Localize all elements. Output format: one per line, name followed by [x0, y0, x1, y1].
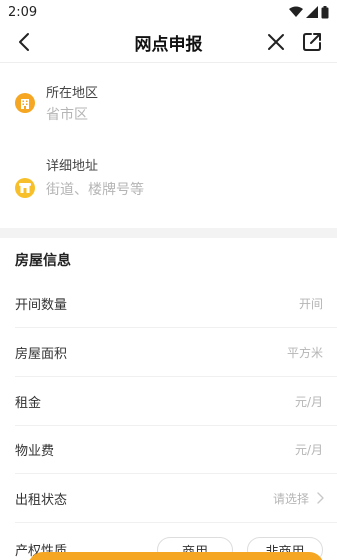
room-count-label: 开间数量: [15, 298, 68, 313]
nav-divider: [0, 62, 337, 63]
rent-input[interactable]: 元/月: [295, 393, 323, 410]
signal-icon: [306, 6, 318, 18]
property-fee-row[interactable]: 物业费 元/月: [0, 425, 337, 474]
property-fee-input[interactable]: 元/月: [295, 441, 323, 458]
submit-button[interactable]: [28, 552, 324, 560]
status-time: 2:09: [8, 4, 38, 20]
section-separator: [0, 228, 337, 238]
wifi-icon: [289, 6, 303, 17]
house-info-title: 房屋信息: [15, 253, 71, 269]
status-icons: [289, 5, 329, 19]
shop-icon: [15, 178, 35, 198]
area-row[interactable]: 房屋面积 平方米: [0, 328, 337, 377]
detail-address-input[interactable]: 街道、楼牌号等: [46, 179, 144, 199]
area-label: 房屋面积: [15, 347, 68, 362]
status-bar: 2:09: [0, 0, 337, 24]
region-input[interactable]: 省市区: [46, 104, 88, 124]
rental-status-select[interactable]: 请选择: [273, 490, 309, 507]
close-icon[interactable]: [265, 31, 287, 53]
rental-status-row[interactable]: 出租状态 请选择: [0, 474, 337, 523]
detail-address-label: 详细地址: [46, 159, 99, 174]
rental-status-label: 出租状态: [15, 493, 68, 508]
region-label: 所在地区: [46, 86, 99, 101]
room-count-row[interactable]: 开间数量 开间: [0, 279, 337, 328]
battery-icon: [321, 5, 329, 18]
property-fee-label: 物业费: [15, 444, 55, 459]
room-count-input[interactable]: 开间: [299, 295, 323, 312]
navigation-bar: 网点申报: [0, 24, 337, 60]
chevron-right-icon: [317, 492, 324, 504]
share-icon[interactable]: [301, 31, 323, 53]
building-icon: [15, 93, 35, 113]
region-field[interactable]: 所在地区 省市区: [0, 78, 337, 138]
back-arrow-icon[interactable]: [14, 31, 36, 53]
page-title: 网点申报: [134, 34, 203, 55]
area-input[interactable]: 平方米: [287, 344, 323, 361]
rent-label: 租金: [15, 396, 42, 411]
rent-row[interactable]: 租金 元/月: [0, 377, 337, 426]
detail-address-field[interactable]: 详细地址 街道、楼牌号等: [0, 152, 337, 212]
